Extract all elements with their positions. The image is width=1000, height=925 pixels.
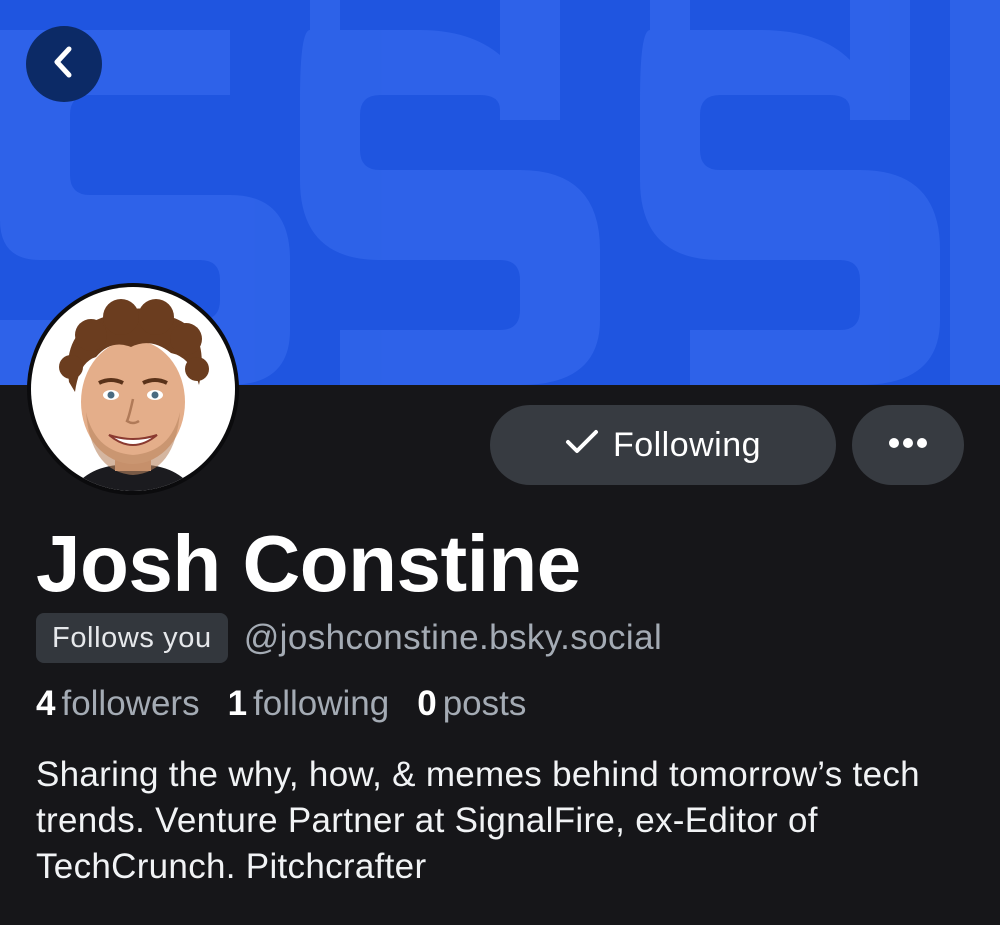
followers-label: followers (61, 684, 200, 723)
display-name: Josh Constine (36, 519, 581, 608)
posts-stat: 0 posts (417, 684, 526, 724)
chevron-left-icon (49, 44, 79, 85)
handle-row: Follows you @joshconstine.bsky.social (36, 613, 662, 663)
profile-page: Following Josh Constine Follows you @jos… (0, 0, 1000, 925)
follows-you-badge: Follows you (36, 613, 228, 663)
back-button[interactable] (26, 26, 102, 102)
posts-count: 0 (417, 684, 437, 723)
profile-stats: 4 followers 1 following 0 posts (36, 684, 526, 724)
followers-count: 4 (36, 684, 56, 723)
following-count: 1 (227, 684, 248, 723)
following-button[interactable]: Following (490, 405, 836, 485)
check-icon (565, 426, 599, 465)
profile-bio: Sharing the why, how, & memes behind tom… (36, 755, 920, 886)
following-label: following (253, 684, 390, 723)
more-options-button[interactable] (852, 405, 964, 485)
followers-stat[interactable]: 4 followers (36, 684, 200, 724)
posts-label: posts (442, 684, 527, 723)
ellipsis-icon (888, 436, 928, 454)
profile-handle: @joshconstine.bsky.social (243, 618, 663, 657)
avatar[interactable] (27, 283, 239, 495)
following-button-label: Following (612, 425, 762, 464)
avatar-photo (31, 287, 235, 491)
following-stat[interactable]: 1 following (228, 684, 390, 724)
